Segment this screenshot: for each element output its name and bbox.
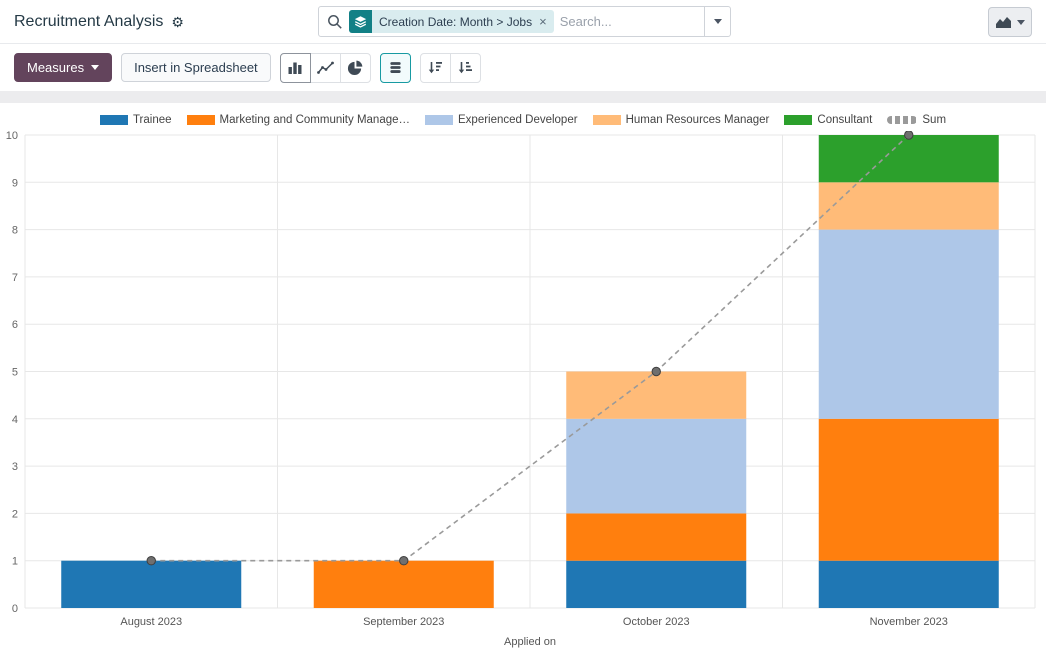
y-tick-label: 5 <box>12 367 18 379</box>
bar-segment[interactable] <box>819 135 999 182</box>
bar-segment[interactable] <box>819 419 999 561</box>
chevron-down-icon <box>1017 20 1025 25</box>
sort-group <box>420 53 481 83</box>
chevron-down-icon <box>714 19 722 24</box>
area-chart-icon <box>995 16 1012 29</box>
legend-swatch <box>187 115 215 125</box>
sort-ascending-button[interactable] <box>450 53 481 83</box>
sum-point[interactable] <box>400 557 408 565</box>
graph-toolbar: Measures Insert in Spreadsheet <box>0 44 1046 91</box>
search-icon <box>327 14 343 30</box>
legend-swatch <box>100 115 128 125</box>
legend-item[interactable]: Trainee <box>100 114 172 126</box>
legend-item[interactable]: Experienced Developer <box>425 114 578 126</box>
y-tick-label: 3 <box>12 461 18 473</box>
bar-segment[interactable] <box>566 561 746 608</box>
chart-section: Trainee Marketing and Community Manage… Ex… <box>0 103 1046 654</box>
stacked-bars-icon <box>388 60 403 75</box>
sort-descending-button[interactable] <box>420 53 451 83</box>
bar-segment[interactable] <box>61 561 241 608</box>
x-tick-label: October 2023 <box>623 616 690 628</box>
sum-point[interactable] <box>147 557 155 565</box>
legend-swatch <box>784 115 812 125</box>
x-axis-title: Applied on <box>504 636 556 648</box>
bar-segment[interactable] <box>566 372 746 419</box>
legend-swatch <box>593 115 621 125</box>
stacked-toggle-button[interactable] <box>380 53 411 83</box>
legend-label: Marketing and Community Manage… <box>220 114 410 126</box>
bar-segment[interactable] <box>566 513 746 560</box>
y-tick-label: 6 <box>12 319 18 331</box>
x-tick-label: September 2023 <box>363 616 444 628</box>
legend-item[interactable]: Consultant <box>784 114 872 126</box>
facet-remove-icon[interactable]: × <box>539 15 554 28</box>
y-tick-label: 4 <box>12 414 18 426</box>
legend-swatch-dashed <box>887 116 917 124</box>
search-input[interactable] <box>560 14 700 29</box>
legend-label: Consultant <box>817 114 872 126</box>
line-chart-icon <box>317 61 334 75</box>
line-chart-button[interactable] <box>310 53 341 83</box>
measures-label: Measures <box>27 60 84 75</box>
pie-chart-button[interactable] <box>340 53 371 83</box>
y-tick-label: 7 <box>12 272 18 284</box>
chevron-down-icon <box>91 65 99 70</box>
y-tick-label: 9 <box>12 177 18 189</box>
y-tick-label: 10 <box>6 131 18 142</box>
legend-item[interactable]: Marketing and Community Manage… <box>187 114 410 126</box>
chart-type-group <box>280 53 371 83</box>
bar-segment[interactable] <box>819 230 999 419</box>
search-main: Creation Date: Month > Jobs × <box>319 7 704 36</box>
sum-point[interactable] <box>652 367 660 375</box>
legend-label: Trainee <box>133 114 172 126</box>
search-dropdown-button[interactable] <box>704 7 730 36</box>
bar-segment[interactable] <box>819 182 999 229</box>
x-tick-label: August 2023 <box>120 616 182 628</box>
recruitment-analysis-chart: 0 1 2 3 4 5 6 7 8 9 10 August 2023 September 2023 Oct… <box>0 131 1046 654</box>
bar-segment[interactable] <box>566 419 746 514</box>
search-facet[interactable]: Creation Date: Month > Jobs × <box>349 10 554 33</box>
x-tick-label: November 2023 <box>870 616 948 628</box>
legend-swatch <box>425 115 453 125</box>
bar-chart-button[interactable] <box>280 53 311 83</box>
y-tick-label: 2 <box>12 508 18 520</box>
y-tick-label: 8 <box>12 225 18 237</box>
chart-legend: Trainee Marketing and Community Manage… Ex… <box>0 103 1046 131</box>
page-title: Recruitment Analysis <box>14 13 163 31</box>
search-bar[interactable]: Creation Date: Month > Jobs × <box>318 6 731 37</box>
legend-label: Experienced Developer <box>458 114 578 126</box>
bar-segment[interactable] <box>819 561 999 608</box>
gear-icon[interactable]: ⚙ <box>171 15 184 29</box>
facet-label: Creation Date: Month > Jobs <box>372 15 539 29</box>
section-divider <box>0 91 1046 103</box>
top-bar: Recruitment Analysis ⚙ Creation Date: Mo… <box>0 0 1046 44</box>
insert-in-spreadsheet-button[interactable]: Insert in Spreadsheet <box>121 53 271 82</box>
sort-ascending-icon <box>457 60 473 75</box>
legend-item[interactable]: Sum <box>887 114 946 126</box>
y-tick-label: 0 <box>12 603 18 615</box>
bar-segment[interactable] <box>314 561 494 608</box>
legend-label: Sum <box>922 114 946 126</box>
y-tick-label: 1 <box>12 556 18 568</box>
measures-button[interactable]: Measures <box>14 53 112 82</box>
legend-item[interactable]: Human Resources Manager <box>593 114 770 126</box>
sort-descending-icon <box>427 60 443 75</box>
view-switcher-graph-button[interactable] <box>988 7 1032 37</box>
pie-chart-icon <box>347 60 363 76</box>
legend-label: Human Resources Manager <box>626 114 770 126</box>
bar-chart-icon <box>287 61 303 75</box>
sum-point[interactable] <box>905 131 913 139</box>
insert-in-spreadsheet-label: Insert in Spreadsheet <box>134 60 258 75</box>
group-by-layers-icon <box>349 10 372 33</box>
